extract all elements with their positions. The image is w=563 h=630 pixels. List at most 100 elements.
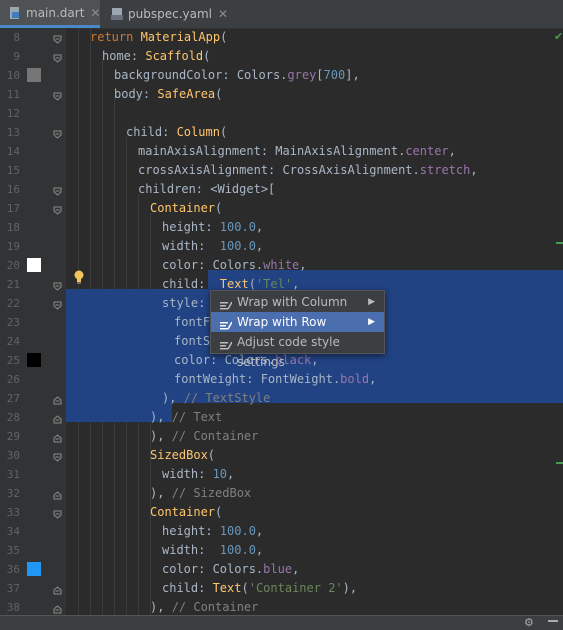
code-line[interactable]: 28), // Text	[0, 408, 563, 427]
code-token: ),	[162, 391, 184, 405]
code-token: // TextStyle	[183, 391, 271, 405]
code-token: ,	[292, 277, 300, 291]
code-line[interactable]: 17 Container(	[0, 199, 563, 218]
fold-icon[interactable]	[53, 280, 62, 291]
fold-icon[interactable]	[53, 299, 62, 310]
code-token: white	[263, 258, 300, 272]
code-line[interactable]: 37 child: Text('Container 2'),	[0, 579, 563, 598]
code-token: (	[241, 581, 249, 595]
fold-icon[interactable]	[53, 185, 62, 196]
code-token: ,	[470, 163, 478, 177]
line-number: 17	[6, 202, 20, 215]
code-token: mainAxisAlignment: MainAxisAlignment.	[138, 144, 406, 158]
code-token: backgroundColor: Colors.	[114, 68, 288, 82]
code-line[interactable]: 13 child: Column(	[0, 123, 563, 142]
code-line[interactable]: 9 home: Scaffold(	[0, 47, 563, 66]
code-line[interactable]: 35 width: 100.0,	[0, 541, 563, 560]
code-text: crossAxisAlignment: CrossAxisAlignment.s…	[138, 161, 478, 180]
gear-icon[interactable]: ⚙	[524, 616, 534, 629]
line-number: 31	[6, 468, 20, 481]
code-token: width:	[162, 239, 220, 253]
code-token: (	[215, 505, 223, 519]
fold-icon[interactable]	[53, 204, 62, 215]
fold-icon[interactable]	[53, 508, 62, 519]
menu-item-adjust-code-style[interactable]: Adjust code style settings	[211, 332, 384, 369]
code-token: ,	[448, 144, 456, 158]
color-swatch-icon[interactable]	[27, 258, 41, 272]
line-number: 36	[6, 563, 20, 576]
line-number: 11	[6, 88, 20, 101]
fold-icon[interactable]	[53, 451, 62, 462]
code-token: ,	[292, 562, 300, 576]
menu-item-label: Wrap with Row	[237, 315, 327, 329]
code-token: child:	[162, 277, 220, 291]
lightbulb-icon[interactable]	[73, 270, 85, 284]
fold-icon[interactable]	[53, 584, 62, 595]
code-line[interactable]: 29), // Container	[0, 427, 563, 446]
code-token: Scaffold	[145, 49, 204, 63]
fold-icon[interactable]	[53, 90, 62, 101]
intention-actions-menu: Wrap with Column ▶ Wrap with Row ▶ Adjus…	[210, 290, 385, 369]
code-line[interactable]: 18 height: 100.0,	[0, 218, 563, 237]
close-icon[interactable]: ✕	[90, 6, 100, 20]
tab-main-dart[interactable]: main.dart ✕	[0, 0, 100, 28]
color-swatch-icon[interactable]	[27, 68, 41, 82]
code-text: backgroundColor: Colors.grey[700],	[114, 66, 360, 85]
code-text: child: Text('Container 2'),	[162, 579, 357, 598]
close-icon[interactable]: ✕	[218, 7, 228, 21]
code-line[interactable]: 11 body: SafeArea(	[0, 85, 563, 104]
code-token: // Container	[171, 600, 259, 614]
code-line[interactable]: 34 height: 100.0,	[0, 522, 563, 541]
code-token: ,	[255, 524, 264, 538]
tab-label: pubspec.yaml	[128, 7, 212, 21]
fold-icon[interactable]	[53, 394, 62, 405]
tab-pubspec-yaml[interactable]: pubspec.yaml ✕	[102, 0, 228, 28]
code-token: 100.0	[219, 524, 256, 538]
code-line[interactable]: 12	[0, 104, 563, 123]
intention-icon	[220, 297, 233, 310]
code-text: home: Scaffold(	[102, 47, 210, 66]
fold-icon[interactable]	[53, 603, 62, 614]
code-token: (	[220, 30, 228, 44]
tab-label: main.dart	[26, 5, 85, 20]
code-line[interactable]: 36 color: Colors.blue,	[0, 560, 563, 579]
code-token: ,	[255, 220, 264, 234]
code-token: ,	[369, 372, 377, 386]
fold-icon[interactable]	[53, 52, 62, 63]
line-number: 27	[6, 392, 20, 405]
fold-icon[interactable]	[53, 33, 62, 44]
submenu-arrow-icon: ▶	[368, 297, 375, 307]
fold-icon[interactable]	[53, 432, 62, 443]
code-line[interactable]: 31 width: 10,	[0, 465, 563, 484]
editor-tab-bar: main.dart ✕ pubspec.yaml ✕	[0, 0, 563, 29]
code-line[interactable]: 16 children: <Widget>[	[0, 180, 563, 199]
code-token: bold	[340, 372, 370, 386]
change-marker	[556, 462, 563, 464]
menu-item-wrap-with-column[interactable]: Wrap with Column ▶	[211, 292, 384, 312]
code-text: ), // Text	[150, 408, 222, 427]
code-line[interactable]: 19 width: 100.0,	[0, 237, 563, 256]
code-text: mainAxisAlignment: MainAxisAlignment.cen…	[138, 142, 456, 161]
code-line[interactable]: 33 Container(	[0, 503, 563, 522]
line-number: 26	[6, 373, 20, 386]
fold-icon[interactable]	[53, 489, 62, 500]
code-token: Text	[212, 581, 242, 595]
code-line[interactable]: 32), // SizedBox	[0, 484, 563, 503]
code-line[interactable]: 30 SizedBox(	[0, 446, 563, 465]
code-line[interactable]: 26 fontWeight: FontWeight.bold,	[0, 370, 563, 389]
line-number: 9	[13, 50, 20, 63]
menu-item-wrap-with-row[interactable]: Wrap with Row ▶	[211, 312, 384, 332]
code-token: children: <Widget>[	[138, 182, 276, 196]
code-line[interactable]: 27), // TextStyle	[0, 389, 563, 408]
code-line[interactable]: 10 backgroundColor: Colors.grey[700],	[0, 66, 563, 85]
menu-item-label: Wrap with Column	[237, 295, 348, 309]
color-swatch-icon[interactable]	[27, 562, 41, 576]
code-token: 100.0	[219, 239, 256, 253]
color-swatch-icon[interactable]	[27, 353, 41, 367]
code-line[interactable]: 8 return MaterialApp(	[0, 28, 563, 47]
code-line[interactable]: 15 crossAxisAlignment: CrossAxisAlignment…	[0, 161, 563, 180]
fold-icon[interactable]	[53, 413, 62, 424]
minimize-icon[interactable]	[548, 620, 558, 622]
fold-icon[interactable]	[53, 128, 62, 139]
code-line[interactable]: 14 mainAxisAlignment: MainAxisAlignment.c…	[0, 142, 563, 161]
